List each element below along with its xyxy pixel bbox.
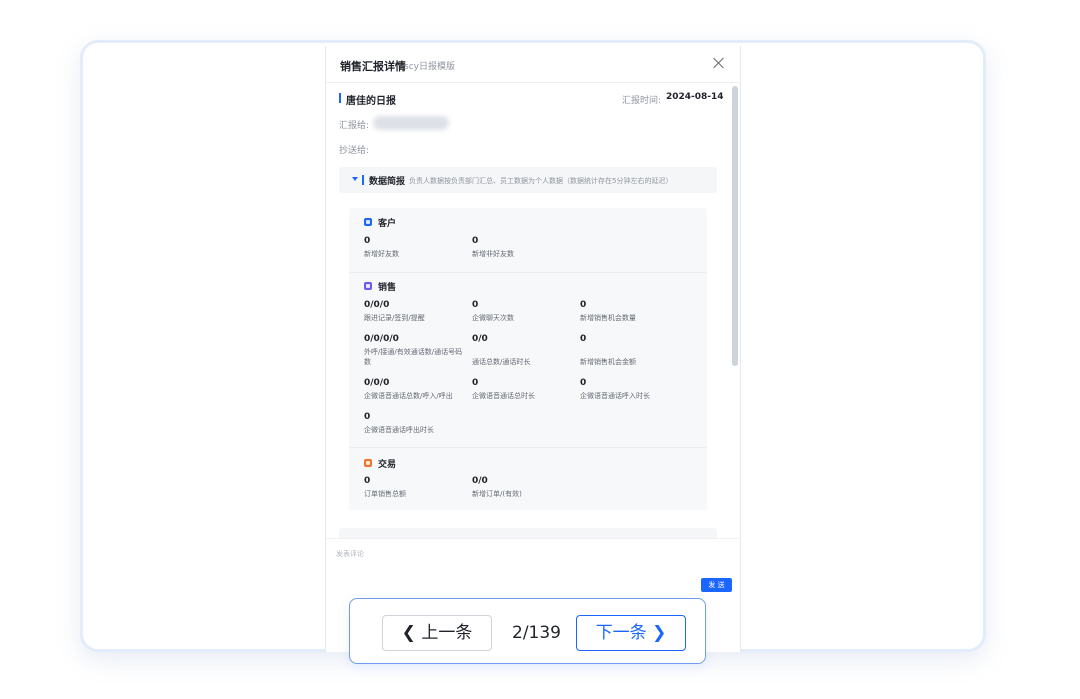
category-divider [349,272,707,273]
cc-label: 抄送给: [339,146,370,156]
metric-label: 新增销售机会数量 [580,314,636,322]
panel-title: 销售汇报详情 [340,60,406,73]
metric-value: 0 [472,378,479,388]
caret-down-icon[interactable] [352,177,358,181]
chevron-right-icon: ❯ [652,623,667,643]
comment-area[interactable]: 发表评论 发 送 [326,538,739,605]
chevron-left-icon: ❮ [401,623,416,643]
category-divider [349,447,707,448]
metric-value: 0 [472,300,479,310]
customer-icon [364,218,372,226]
metric-label: 订单销售总额 [364,490,406,498]
metric-label: 企微语音通话呼入时长 [580,392,650,400]
page-indicator: 2/139 [512,623,561,643]
report-time-label: 汇报时间: [622,96,662,106]
metric-label: 新增好友数 [364,250,399,258]
metric-label: 通话总数/通话时长 [472,358,531,366]
next-section-preview [339,528,717,538]
metric-value: 0 [580,300,587,310]
metric-label: 外呼/接通/有效通话数/通话号码数 [364,348,463,366]
metric-value: 0 [364,476,371,486]
metric-value: 0 [364,236,371,246]
data-section-title: 数据简报 [369,177,406,187]
report-accent-bar [339,93,341,103]
metric-value: 0/0/0/0 [364,334,399,344]
pager: ❮ 上一条 2/139 下一条 ❯ [349,598,706,664]
data-section-header[interactable]: 数据简报 负责人数据按负责部门汇总、员工数据为个人数据（数据统计存在5分钟左右的… [339,167,717,193]
scrollbar-thumb[interactable] [732,86,738,366]
category-title-customer: 客户 [378,219,397,229]
report-time-value: 2024-08-14 [666,92,724,102]
prev-button[interactable]: ❮ 上一条 [382,615,492,651]
metric-label: 企微语音通话总时长 [472,392,535,400]
panel-subtitle: scy日报模版 [404,62,455,72]
sales-icon [364,282,372,290]
report-to-recipients [373,116,449,130]
metric-value: 0/0/0 [364,378,390,388]
metric-value: 0 [580,334,587,344]
category-title-trade: 交易 [378,460,397,470]
report-to-label: 汇报给: [339,121,370,131]
panel-header: 销售汇报详情 scy日报模版 [326,46,740,83]
next-button[interactable]: 下一条 ❯ [576,615,686,651]
scrollbar[interactable] [732,86,738,576]
metric-value: 0/0/0 [364,300,390,310]
data-section-description: 负责人数据按负责部门汇总、员工数据为个人数据（数据统计存在5分钟左右的延迟） [409,177,673,185]
next-button-label: 下一条 [595,623,647,643]
metric-label: 企微语音通话呼出时长 [364,426,434,434]
close-icon[interactable] [712,56,726,70]
comment-input[interactable]: 发表评论 [336,549,364,559]
metric-value: 0 [580,378,587,388]
trade-icon [364,459,372,467]
metric-label: 新增非好友数 [472,250,514,258]
metric-label: 新增销售机会金额 [580,358,636,366]
metric-value: 0/0 [472,334,488,344]
metric-label: 跟进记录/签到/提醒 [364,314,425,322]
metric-label: 新增订单/(有效) [472,490,522,498]
section-accent-bar [362,175,364,185]
category-title-sales: 销售 [378,283,397,293]
report-name: 唐佳的日报 [346,96,396,107]
metric-label: 企微语音通话总数/呼入/呼出 [364,392,453,400]
metric-value: 0 [472,236,479,246]
metric-value: 0/0 [472,476,488,486]
send-button[interactable]: 发 送 [701,578,732,592]
metric-label: 企微聊天次数 [472,314,514,322]
metric-value: 0 [364,412,371,422]
prev-button-label: 上一条 [421,623,473,643]
